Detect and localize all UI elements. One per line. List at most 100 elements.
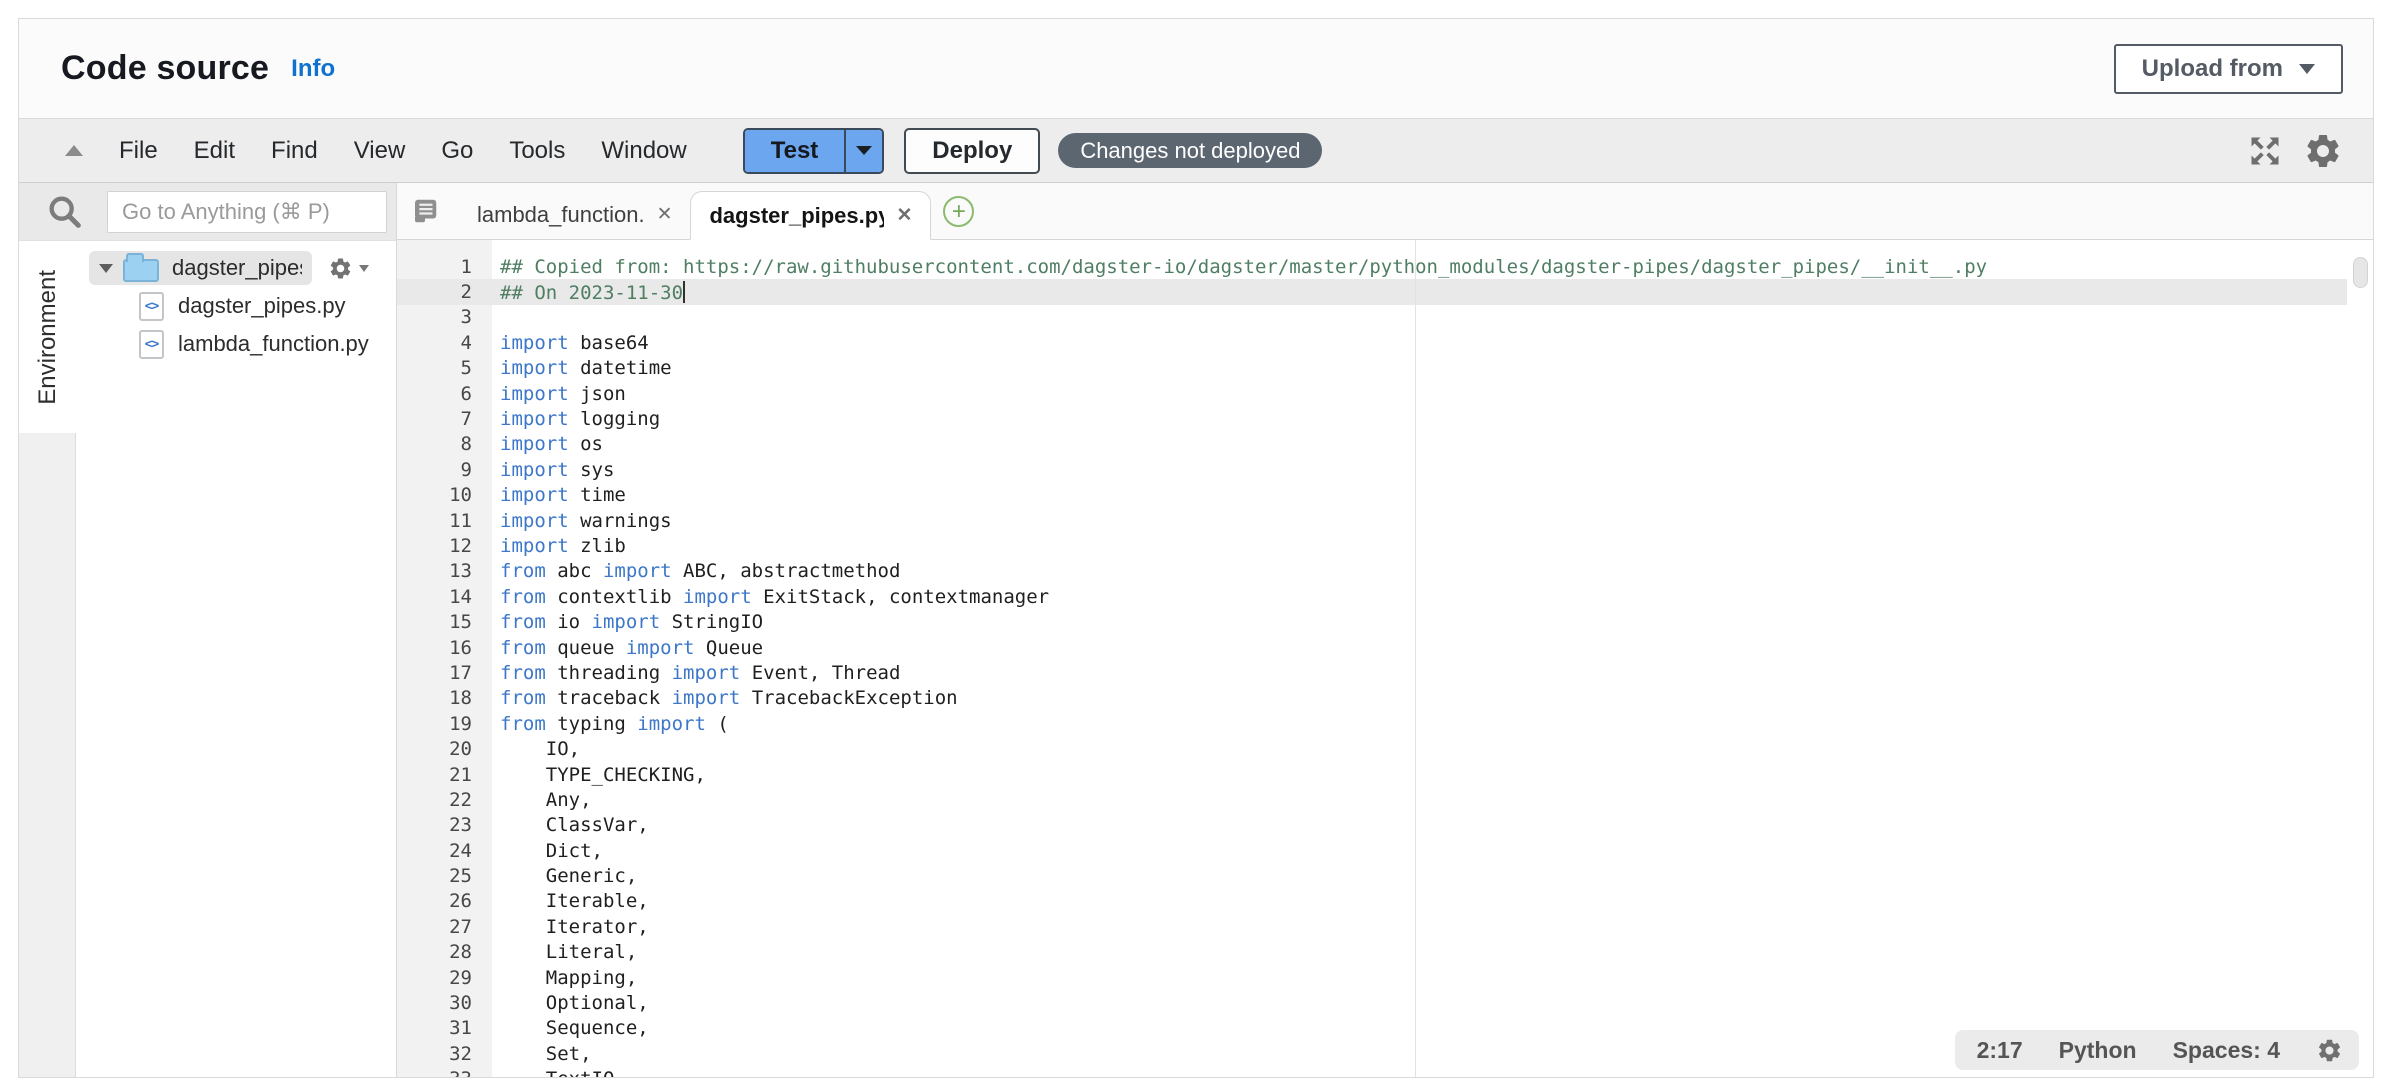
folder-icon	[123, 259, 159, 282]
tree-file-row[interactable]: <>dagster_pipes.py	[76, 287, 396, 325]
upload-from-label: Upload from	[2142, 55, 2283, 83]
sidebar-rail: Environment	[19, 241, 76, 1077]
tab-close-icon[interactable]: ✕	[896, 204, 912, 227]
menu-item-tools[interactable]: Tools	[503, 133, 571, 169]
menu-item-edit[interactable]: Edit	[188, 133, 241, 169]
menu-items: File Edit Find View Go Tools Window	[113, 133, 717, 169]
menu-item-go[interactable]: Go	[435, 133, 479, 169]
menu-item-find[interactable]: Find	[265, 133, 324, 169]
tree-folder-selection[interactable]: dagster_pipes_funct	[89, 251, 312, 285]
line-text: Generic,	[492, 865, 637, 887]
code-line: 3	[397, 305, 2373, 330]
line-number: 21	[397, 764, 492, 786]
code-line: 27 Iterator,	[397, 914, 2373, 939]
line-text: ClassVar,	[492, 814, 649, 836]
folder-expand-icon[interactable]	[99, 264, 113, 273]
code-lines: 1## Copied from: https://raw.githubuserc…	[397, 240, 2373, 1077]
editor-pane: lambda_function.✕dagster_pipes.py✕ + 1##…	[396, 183, 2373, 1077]
editor-tab[interactable]: lambda_function. ✕	[459, 190, 690, 239]
cursor-position: 2:17	[1977, 1037, 2023, 1064]
line-number: 32	[397, 1043, 492, 1065]
deploy-button[interactable]: Deploy	[904, 128, 1040, 174]
upload-from-button[interactable]: Upload from	[2114, 44, 2343, 94]
code-line: 24 Dict,	[397, 838, 2373, 863]
line-text: from traceback import TracebackException	[492, 687, 958, 709]
line-text: Sequence,	[492, 1017, 649, 1039]
text-cursor	[683, 281, 685, 303]
line-text: ## On 2023-11-30	[492, 281, 685, 304]
line-number: 24	[397, 840, 492, 862]
info-link[interactable]: Info	[291, 55, 335, 83]
settings-gear-icon[interactable]	[2303, 131, 2343, 171]
line-text: from io import StringIO	[492, 611, 763, 633]
line-text: TextIO	[492, 1068, 614, 1077]
line-number: 18	[397, 687, 492, 709]
tab-list-icon[interactable]	[409, 196, 441, 226]
menu-item-view[interactable]: View	[348, 133, 412, 169]
line-number: 17	[397, 662, 492, 684]
code-line: 23 ClassVar,	[397, 813, 2373, 838]
environment-tab-label: Environment	[34, 270, 62, 405]
gear-icon	[328, 256, 353, 281]
collapse-panel-icon[interactable]	[65, 145, 83, 156]
tab-label: lambda_function.	[477, 202, 645, 228]
new-tab-button[interactable]: +	[943, 196, 974, 227]
test-split-button[interactable]: Test	[743, 128, 885, 174]
code-line: 11import warnings	[397, 508, 2373, 533]
code-line: 22 Any,	[397, 787, 2373, 812]
line-number: 28	[397, 941, 492, 963]
line-text: import logging	[492, 408, 660, 430]
file-explorer-pane: Environment dagster_pipes_funct	[19, 183, 396, 1077]
line-text: Literal,	[492, 941, 637, 963]
tab-close-icon[interactable]: ✕	[657, 203, 673, 226]
line-number: 22	[397, 789, 492, 811]
test-button[interactable]: Test	[745, 130, 845, 172]
line-text: Mapping,	[492, 967, 637, 989]
language-mode[interactable]: Python	[2059, 1037, 2137, 1064]
line-number: 16	[397, 637, 492, 659]
editor-settings-gear-icon[interactable]	[2316, 1037, 2343, 1064]
line-number: 25	[397, 865, 492, 887]
code-editor[interactable]: 1## Copied from: https://raw.githubuserc…	[397, 240, 2373, 1077]
editor-tab[interactable]: dagster_pipes.py✕	[690, 191, 931, 240]
code-line: 9import sys	[397, 457, 2373, 482]
line-text: Set,	[492, 1043, 592, 1065]
line-number: 3	[397, 306, 492, 328]
line-number: 14	[397, 586, 492, 608]
file-name: dagster_pipes.py	[178, 293, 346, 319]
line-text: from abc import ABC, abstractmethod	[492, 560, 900, 582]
menu-item-window[interactable]: Window	[595, 133, 692, 169]
tree-folder-row[interactable]: dagster_pipes_funct	[76, 249, 396, 287]
code-line: 7import logging	[397, 406, 2373, 431]
code-line: 10import time	[397, 483, 2373, 508]
search-row	[19, 183, 396, 241]
line-text: ## Copied from: https://raw.githubuserco…	[492, 256, 1987, 278]
line-number: 7	[397, 408, 492, 430]
code-line: 8import os	[397, 432, 2373, 457]
line-text: Dict,	[492, 840, 603, 862]
tab-strip: lambda_function.✕dagster_pipes.py✕ +	[397, 183, 2373, 240]
vertical-scrollbar-thumb[interactable]	[2353, 257, 2368, 288]
test-dropdown-button[interactable]	[844, 130, 882, 172]
line-number: 15	[397, 611, 492, 633]
page-title: Code source	[61, 49, 269, 88]
code-line: 2## On 2023-11-30	[397, 279, 2373, 304]
file-tree: dagster_pipes_funct <>dagster_pipes.py<>…	[76, 241, 396, 1077]
tree-file-row[interactable]: <>lambda_function.py	[76, 325, 396, 363]
code-line: 19from typing import (	[397, 711, 2373, 736]
chevron-down-icon	[359, 265, 369, 272]
chevron-down-icon	[856, 146, 872, 155]
line-number: 23	[397, 814, 492, 836]
line-text: import base64	[492, 332, 649, 354]
line-number: 1	[397, 256, 492, 278]
menu-item-file[interactable]: File	[113, 133, 164, 169]
line-number: 2	[397, 281, 492, 303]
line-number: 26	[397, 890, 492, 912]
line-number: 31	[397, 1017, 492, 1039]
go-to-anything-input[interactable]	[107, 191, 387, 233]
fullscreen-icon[interactable]	[2247, 133, 2283, 169]
tab-environment[interactable]: Environment	[19, 241, 77, 433]
indentation-setting[interactable]: Spaces: 4	[2173, 1037, 2280, 1064]
line-text: TYPE_CHECKING,	[492, 764, 706, 786]
folder-settings-button[interactable]	[328, 256, 369, 281]
